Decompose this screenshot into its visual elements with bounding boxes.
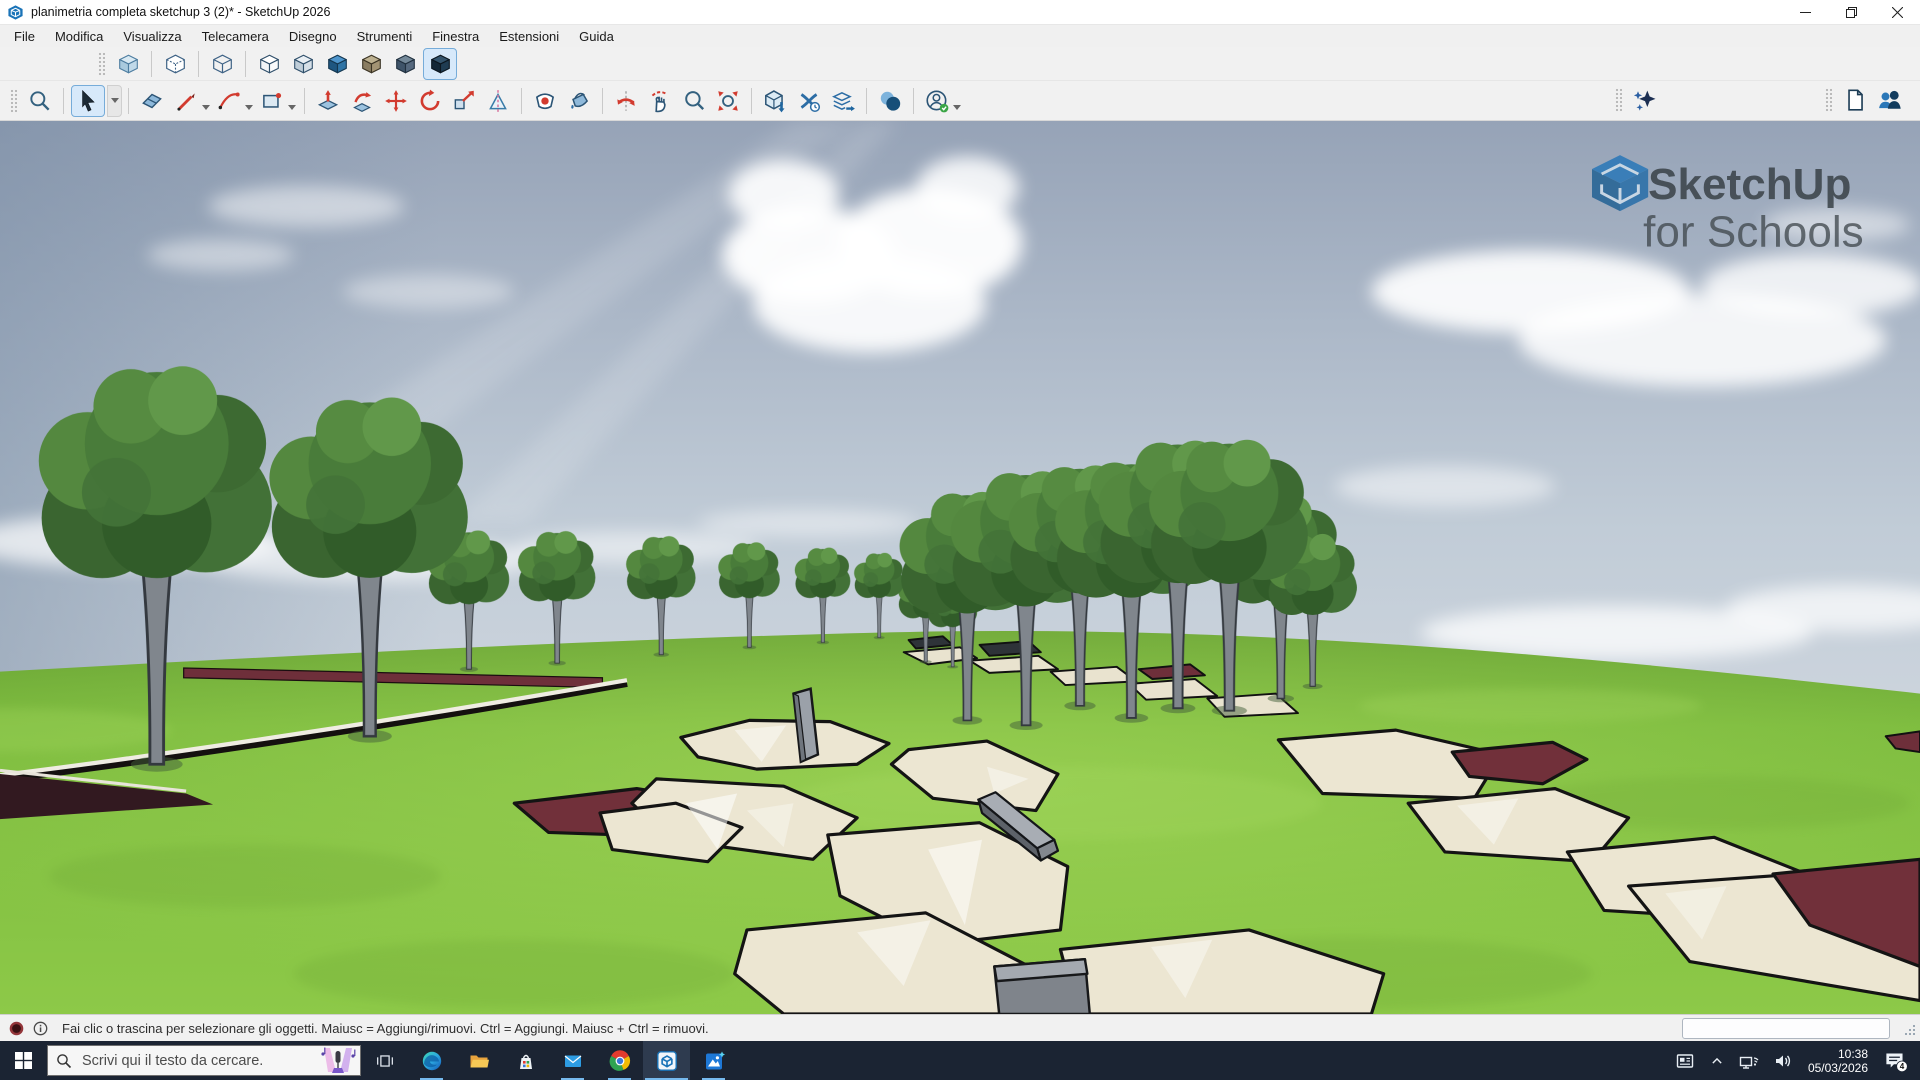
menu-strumenti[interactable]: Strumenti [347,27,423,46]
xray-style-icon[interactable] [112,49,144,79]
restore-icon[interactable] [1828,0,1874,24]
axes-tool-icon[interactable] [482,86,514,116]
start-button[interactable] [0,1041,47,1080]
title-bar: planimetria completa sketchup 3 (2)* - S… [0,0,1920,25]
system-tray: 10:38 05/03/2026 4 [1668,1041,1920,1080]
rectangle-tool-icon[interactable] [256,86,288,116]
tools-toolbar [0,81,1920,120]
extension-warehouse-icon[interactable] [793,86,825,116]
watermark-brand: SketchUp [1648,160,1851,209]
news-icon[interactable] [1668,1041,1702,1080]
wireframe-style-icon[interactable] [206,49,238,79]
taskbar-clock[interactable]: 10:38 05/03/2026 [1800,1047,1876,1075]
search-highlight-art-icon [316,1046,360,1076]
line-tool-dropdown-icon[interactable] [202,105,210,110]
search-input[interactable] [80,1052,316,1070]
minimize-icon[interactable] [1782,0,1828,24]
toolbar-drag-handle[interactable] [1615,88,1622,112]
rectangle-tool-dropdown-icon[interactable] [288,105,296,110]
account-dropdown-icon[interactable] [953,105,961,110]
resize-grip-icon[interactable] [1904,1023,1916,1041]
photos-icon[interactable] [690,1041,737,1080]
toolbar-drag-handle[interactable] [1825,88,1832,112]
menu-file[interactable]: File [4,27,45,46]
file-explorer-icon[interactable] [455,1041,502,1080]
chat-icon[interactable] [874,86,906,116]
toolbar-drag-handle[interactable] [10,89,17,113]
ambient-occlusion-style-icon[interactable] [423,48,457,80]
zoom-tool-icon[interactable] [678,86,710,116]
push-pull-tool-icon[interactable] [312,86,344,116]
gray-slab [994,959,1090,1014]
menu-estensioni[interactable]: Estensioni [489,27,569,46]
sketchup-window: planimetria completa sketchup 3 (2)* - S… [0,0,1920,1080]
status-hint: Fai clic o trascina per selezionare gli … [62,1021,709,1036]
close-icon[interactable] [1874,0,1920,24]
3d-viewport[interactable]: SketchUp for Schools [0,121,1920,1014]
tags-share-icon[interactable] [827,86,859,116]
task-view-icon[interactable] [361,1041,408,1080]
menu-telecamera[interactable]: Telecamera [192,27,279,46]
microsoft-store-icon[interactable] [502,1041,549,1080]
zoom-extents-tool-icon[interactable] [712,86,744,116]
sketchup-icon[interactable] [643,1041,690,1080]
volume-icon[interactable] [1766,1041,1800,1080]
color-by-tag-style-icon[interactable] [389,49,421,79]
taskbar-search[interactable] [47,1045,361,1076]
measurements-input[interactable] [1682,1018,1890,1039]
scale-tool-icon[interactable] [448,86,480,116]
shaded-with-textures-style-icon[interactable] [321,49,353,79]
styles-toolbar [0,47,1920,81]
geolocation-icon[interactable] [9,1021,24,1036]
back-edges-style-icon[interactable] [159,49,191,79]
pan-tool-icon[interactable] [644,86,676,116]
orbit-tool-icon[interactable] [610,86,642,116]
new-document-icon[interactable] [1839,85,1871,115]
clock-time: 10:38 [1808,1047,1868,1061]
rotate-tool-icon[interactable] [414,86,446,116]
ai-sparkles-icon[interactable] [1629,85,1661,115]
toolbar-drag-handle[interactable] [98,52,105,76]
chrome-icon[interactable] [596,1041,643,1080]
watermark-sub: for Schools [1643,208,1864,257]
line-tool-icon[interactable] [170,86,202,116]
menu-guida[interactable]: Guida [569,27,624,46]
3d-viewport-scene: SketchUp for Schools [0,121,1920,1014]
monochrome-style-icon[interactable] [355,49,387,79]
select-tool-dropdown-icon[interactable] [107,85,122,117]
search-sketchup-icon[interactable] [24,86,56,116]
move-tool-icon[interactable] [380,86,412,116]
mail-icon[interactable] [549,1041,596,1080]
eraser-tool-icon[interactable] [136,86,168,116]
notification-badge: 4 [1900,1062,1905,1071]
chevron-up-icon[interactable] [1702,1041,1732,1080]
look-around-tool-icon[interactable] [529,86,561,116]
hidden-line-style-icon[interactable] [253,49,285,79]
collaborators-icon[interactable] [1873,85,1905,115]
windows-taskbar: 10:38 05/03/2026 4 [0,1041,1920,1080]
notifications-icon[interactable]: 4 [1876,1041,1914,1080]
shaded-style-icon[interactable] [287,49,319,79]
network-icon[interactable] [1732,1041,1766,1080]
menu-finestra[interactable]: Finestra [422,27,489,46]
window-title: planimetria completa sketchup 3 (2)* - S… [31,5,330,19]
warehouse-download-icon[interactable] [759,86,791,116]
sketchup-logo-icon [7,3,25,21]
edge-icon[interactable] [408,1041,455,1080]
menu-bar: File Modifica Visualizza Telecamera Dise… [0,25,1920,47]
search-icon [56,1053,72,1069]
select-tool-icon[interactable] [71,85,105,117]
account-icon[interactable] [921,86,953,116]
menu-modifica[interactable]: Modifica [45,27,113,46]
paint-bucket-tool-icon[interactable] [563,86,595,116]
menu-disegno[interactable]: Disegno [279,27,347,46]
toolbar-area [0,47,1920,121]
arc-tool-icon[interactable] [213,86,245,116]
follow-me-tool-icon[interactable] [346,86,378,116]
clock-date: 05/03/2026 [1808,1061,1868,1075]
info-icon[interactable] [33,1021,48,1036]
status-bar: Fai clic o trascina per selezionare gli … [0,1014,1920,1042]
menu-visualizza[interactable]: Visualizza [113,27,191,46]
arc-tool-dropdown-icon[interactable] [245,105,253,110]
